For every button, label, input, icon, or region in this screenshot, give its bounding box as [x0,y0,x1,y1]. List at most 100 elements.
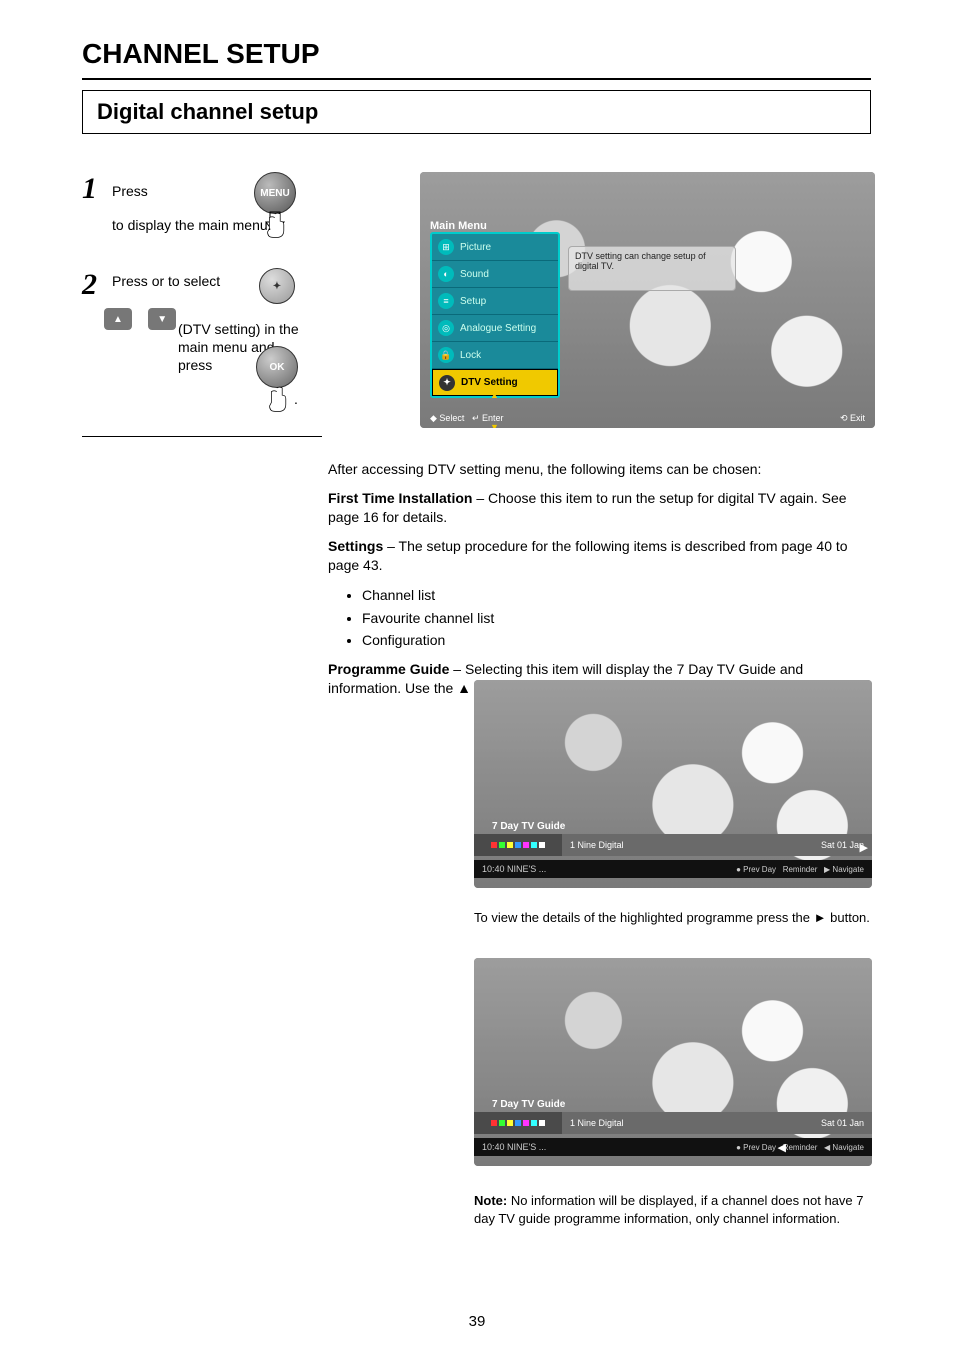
opt-channel-list: Channel list [362,584,873,606]
guide-row-2: 1 Nine Digital Sat 01 Jan [474,1112,872,1134]
step-2-text-end: . [294,390,298,408]
caption-between-a: To view the details of the highlighted p… [474,910,814,925]
guide-prog-1: 10:40 NINE'S ... [482,864,546,874]
item-3-name: Programme Guide [328,661,449,677]
hint-enter-label: Enter [482,413,504,423]
guide-prevday-1: ● Prev Day [736,865,776,874]
menu-button-label: MENU [260,188,289,199]
background-image [474,958,872,1166]
menu-item-label: Analogue Setting [460,323,536,334]
menu-item-analogue[interactable]: ◎ Analogue Setting [432,315,558,342]
dtv-setting-icon: ✦ [439,375,455,391]
step-1-number: 1 [82,172,97,206]
guide-thumb-1 [474,834,562,856]
guide-screenshot-2: 7 Day TV Guide 1 Nine Digital Sat 01 Jan… [474,958,872,1166]
guide-reminder-1: Reminder [783,865,818,874]
opt-favourite-list: Favourite channel list [362,607,873,629]
opt-configuration: Configuration [362,629,873,651]
menu-item-setup[interactable]: ≡ Setup [432,288,558,315]
hint-exit-label: Exit [850,413,865,423]
picture-icon: ⊞ [438,239,454,255]
down-arrow-key-icon: ▼ [148,308,176,330]
menu-item-sound[interactable]: ◐ Sound [432,261,558,288]
main-menu-panel: ⊞ Picture ◐ Sound ≡ Setup ◎ Analogue Setting… [430,232,560,398]
note-body: No information will be displayed, if a c… [474,1193,864,1226]
menu-item-picture[interactable]: ⊞ Picture [432,234,558,261]
guide-date-1: Sat 01 Jan [821,840,864,850]
up-arrow-key-icon: ▲ [104,308,132,330]
up-triangle-icon: ▲ [457,679,471,698]
menu-item-label: DTV Setting [461,377,518,388]
menu-tooltip: DTV setting can change setup of digital … [568,246,736,291]
menu-item-label: Picture [460,242,491,253]
guide-prog-2: 10:40 NINE'S ... [482,1142,546,1152]
settings-options-list: Channel list Favourite channel list Conf… [362,584,873,651]
step-2-b: or [152,273,168,289]
heading-rule [82,78,871,80]
main-menu-screenshot: Main Menu ⊞ Picture ◐ Sound ≡ Setup ◎ Analog… [420,172,875,428]
note-block: Note: No information will be displayed, … [474,1192,872,1227]
setup-icon: ≡ [438,293,454,309]
step-1-text: Press [112,182,242,200]
hint-select-label: Select [439,413,464,423]
menu-button-icon: MENU [254,172,296,214]
caption-between: To view the details of the highlighted p… [474,910,872,927]
guide-row-1: 1 Nine Digital Sat 01 Jan [474,834,872,856]
guide-reminder-2: Reminder [783,1143,818,1152]
guide-title-2: 7 Day TV Guide [492,1099,565,1110]
menu-hint-select: ◆ Select ↵ Enter [430,413,504,424]
guide-nav-2: ◀ Navigate [824,1143,864,1152]
guide-thumb-2 [474,1112,562,1134]
hand-icon-2 [262,384,292,412]
guide-channel-1: 1 Nine Digital [570,840,624,850]
step-1-text-b: to display the main menu. [112,217,272,233]
dtv-icon: ✦ [259,268,295,304]
subsection-title: Digital channel setup [97,99,318,125]
chevron-right-icon: ▶ [860,841,868,854]
dtv-button-graphic: ✦ [252,268,302,304]
guide-title-1: 7 Day TV Guide [492,821,565,832]
step-2-c: to select [168,273,220,289]
step-1-text-end: to display the main menu. [112,216,292,234]
menu-hint-exit: ⟲ Exit [840,413,865,424]
item-2: Settings – The setup procedure for the f… [328,537,873,575]
section-heading: CHANNEL SETUP [82,38,320,70]
analogue-icon: ◎ [438,320,454,336]
chevron-left-icon: ◀ [778,1141,786,1154]
item-2-name: Settings [328,538,383,554]
item-1: First Time Installation – Choose this it… [328,489,873,527]
guide-screenshot-1: 7 Day TV Guide 1 Nine Digital Sat 01 Jan… [474,680,872,888]
main-menu-title: Main Menu [430,220,487,232]
right-triangle-icon: ► [814,910,827,927]
sel-arrow-up-icon: ▲ [490,390,499,400]
guide-row-text-2: 1 Nine Digital Sat 01 Jan [562,1118,872,1128]
lock-icon: 🔒 [438,347,454,363]
step-2-a: Press [112,273,152,289]
step-2-text: Press or to select [112,272,247,290]
background-image [474,680,872,888]
step-2-number: 2 [82,268,97,302]
guide-bottom-1: 10:40 NINE'S ... ● Prev Day Reminder ▶ N… [474,860,872,878]
guide-prevday-2: ● Prev Day [736,1143,776,1152]
ok-button-icon: OK [256,346,298,388]
subsection-box: Digital channel setup [82,90,871,134]
guide-date-2: Sat 01 Jan [821,1118,864,1128]
ok-button-label: OK [270,362,285,373]
menu-item-label: Lock [460,350,481,361]
menu-item-label: Sound [460,269,489,280]
item-1-name: First Time Installation [328,490,472,506]
sound-icon: ◐ [438,266,454,282]
guide-bottom-2: 10:40 NINE'S ... ● Prev Day Reminder ◀ N… [474,1138,872,1156]
caption-between-b: button. [830,910,870,925]
step-divider [82,436,322,437]
menu-item-lock[interactable]: 🔒 Lock [432,342,558,369]
guide-nav-1: ▶ Navigate [824,865,864,874]
guide-row-text-1: 1 Nine Digital Sat 01 Jan [562,840,872,850]
intro-text: After accessing DTV setting menu, the fo… [328,460,873,479]
body-text: After accessing DTV setting menu, the fo… [328,460,873,707]
page-number: 39 [469,1313,486,1330]
note-label: Note: [474,1193,507,1208]
menu-item-label: Setup [460,296,486,307]
arrow-keys: ▲ ▼ [98,308,182,330]
step-2-e: . [294,391,298,407]
